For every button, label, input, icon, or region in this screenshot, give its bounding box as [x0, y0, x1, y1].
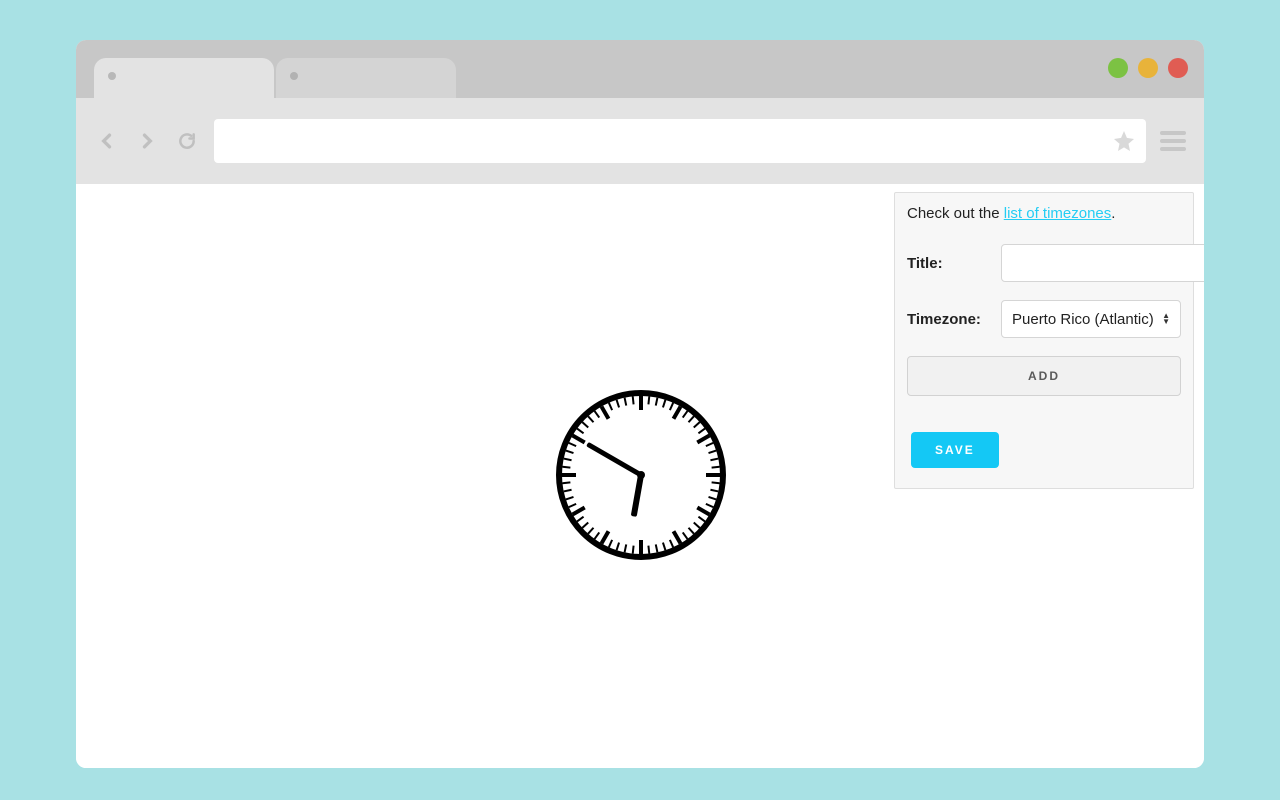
browser-tab-active[interactable]: [94, 58, 274, 98]
window-close-button[interactable]: [1168, 58, 1188, 78]
title-label: Title:: [907, 255, 1001, 272]
intro-suffix: .: [1111, 205, 1115, 222]
url-bar[interactable]: [214, 119, 1146, 163]
timezone-row: Timezone: Puerto Rico (Atlantic) ▲▼: [907, 300, 1181, 338]
bookmark-star-icon[interactable]: [1112, 129, 1136, 158]
title-input[interactable]: [1001, 244, 1204, 282]
browser-toolbar: [76, 98, 1204, 184]
intro-prefix: Check out the: [907, 205, 1004, 222]
select-arrows-icon: ▲▼: [1162, 313, 1170, 325]
window-minimize-button[interactable]: [1108, 58, 1128, 78]
window-maximize-button[interactable]: [1138, 58, 1158, 78]
hamburger-menu-icon[interactable]: [1160, 131, 1186, 151]
settings-panel: Check out the list of timezones. Title: …: [894, 192, 1194, 489]
page-content: Check out the list of timezones. Title: …: [76, 184, 1204, 768]
intro-text: Check out the list of timezones.: [907, 205, 1181, 222]
reload-icon[interactable]: [174, 128, 200, 154]
save-button[interactable]: SAVE: [911, 432, 999, 468]
tab-bar: [76, 40, 1204, 98]
browser-tab-inactive[interactable]: [276, 58, 456, 98]
window-controls: [1108, 58, 1188, 78]
forward-icon[interactable]: [134, 128, 160, 154]
timezone-label: Timezone:: [907, 311, 1001, 328]
analog-clock: [556, 390, 726, 560]
back-icon[interactable]: [94, 128, 120, 154]
title-row: Title:: [907, 244, 1181, 282]
timezone-select[interactable]: Puerto Rico (Atlantic) ▲▼: [1001, 300, 1181, 338]
timezone-selected-value: Puerto Rico (Atlantic): [1012, 311, 1154, 328]
add-button[interactable]: ADD: [907, 356, 1181, 396]
timezones-link[interactable]: list of timezones: [1004, 205, 1112, 222]
browser-window: Check out the list of timezones. Title: …: [76, 40, 1204, 768]
